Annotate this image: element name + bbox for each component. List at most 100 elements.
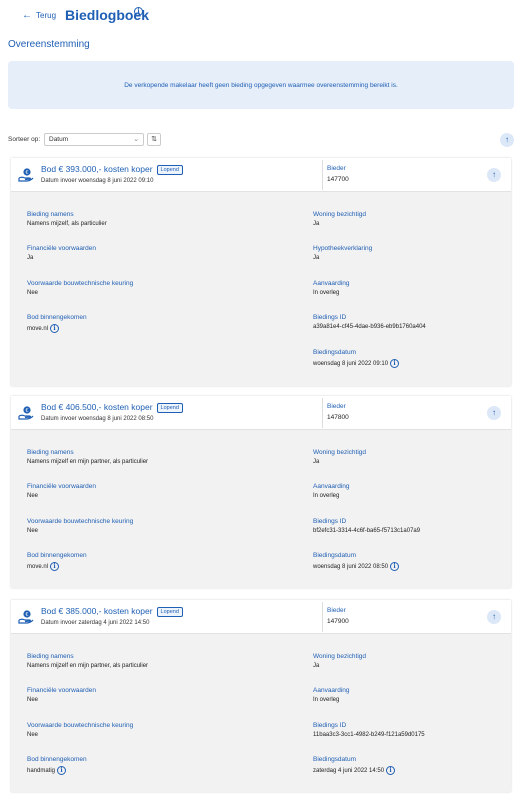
field-label: Biedingsdatum [313, 552, 356, 559]
field-value: Namens mijzelf, als particulier [27, 221, 107, 227]
divider [322, 398, 323, 428]
status-badge: Lopend [156, 403, 183, 413]
bieder-value: 147900 [327, 618, 349, 625]
field-value: Nee [27, 493, 39, 499]
svg-text:€: € [25, 170, 28, 176]
field-woning-bezichtigd: Woning bezichtigd Ja [313, 653, 366, 669]
page-header: ← Terug Biedlogboek i [0, 0, 522, 34]
info-icon[interactable]: i [50, 324, 60, 333]
field-label: Bod binnengekomen [27, 756, 87, 763]
field-woning-bezichtigd: Woning bezichtigd Ja [313, 449, 366, 465]
bid-card-header[interactable]: € Bod € 393.000,- kosten koper Lopend Dat… [11, 158, 511, 192]
field-biedings-id: Biedings ID bf2efc31-3314-4c6f-ba65-f571… [313, 518, 420, 534]
divider [322, 602, 323, 632]
field-bieding-namens: Bieding namens Namens mijzelf, als parti… [27, 211, 107, 227]
field-value: Nee [27, 290, 39, 296]
field-value: move.nl i [27, 324, 87, 333]
hand-euro-icon: € [18, 168, 34, 182]
bid-title: Bod € 406.500,- kosten koper Lopend [41, 402, 183, 413]
collapse-button[interactable]: ↑ [487, 168, 501, 182]
field-label: Bieding namens [27, 653, 74, 660]
field-biedingsdatum: Biedingsdatum woensdag 8 juni 2022 09:10… [313, 349, 400, 368]
field-financiele-voorwaarden: Financiële voorwaarden Ja [27, 245, 96, 261]
field-value: Ja [313, 663, 320, 669]
field-bouwtechnische-keuring: Voorwaarde bouwtechnische keuring Nee [27, 280, 133, 296]
field-value-text: move.nl [27, 326, 49, 333]
field-value: Nee [27, 697, 39, 703]
field-value: In overleg [313, 290, 340, 296]
bieder-label: Bieder [327, 607, 346, 614]
back-label: Terug [36, 11, 57, 20]
info-icon[interactable]: i [390, 359, 400, 368]
info-icon[interactable]: i [134, 7, 143, 16]
field-bod-binnengekomen: Bod binnengekomen handmatig i [27, 756, 87, 775]
field-value: a39a81e4-cf45-4dae-b936-eb9b1760a404 [313, 324, 426, 330]
field-bouwtechnische-keuring: Voorwaarde bouwtechnische keuring Nee [27, 518, 133, 534]
field-label: Aanvaarding [313, 687, 350, 694]
bid-title: Bod € 385.000,- kosten koper Lopend [41, 606, 183, 617]
collapse-button[interactable]: ↑ [487, 610, 501, 624]
arrow-up-icon: ↑ [492, 408, 496, 417]
hand-euro-icon: € [18, 610, 34, 624]
field-value: In overleg [313, 697, 340, 703]
status-badge: Lopend [156, 607, 183, 617]
field-biedings-id: Biedings ID 11baa3c3-3cc1-4982-b249-f121… [313, 722, 425, 738]
field-hypotheekverklaring: Hypotheekverklaring Ja [313, 245, 372, 261]
field-value-text: woensdag 8 juni 2022 08:50 [313, 564, 389, 571]
field-label: Voorwaarde bouwtechnische keuring [27, 518, 134, 525]
info-icon[interactable]: i [390, 562, 400, 571]
bid-card-header[interactable]: € Bod € 385.000,- kosten koper Lopend Dat… [11, 600, 511, 634]
field-value-text: woensdag 8 juni 2022 09:10 [313, 361, 389, 368]
field-value: zaterdag 4 juni 2022 14:50 i [313, 766, 396, 775]
field-bod-binnengekomen: Bod binnengekomen move.nl i [27, 314, 87, 333]
bid-amount: Bod € 393.000,- kosten koper [41, 164, 153, 174]
info-icon[interactable]: i [386, 766, 396, 775]
svg-text:€: € [25, 408, 28, 414]
field-label: Aanvaarding [313, 280, 350, 287]
bid-entry-date: Datum invoer woensdag 8 juni 2022 08:50 [41, 416, 154, 422]
sort-bar: Sorteer op: Datum ⌄ ⇅ ↑ [8, 133, 514, 147]
field-label: Biedingsdatum [313, 756, 356, 763]
field-label: Aanvaarding [313, 483, 350, 490]
field-biedings-id: Biedings ID a39a81e4-cf45-4dae-b936-eb9b… [313, 314, 426, 330]
field-value: woensdag 8 juni 2022 08:50 i [313, 562, 400, 571]
hand-euro-icon: € [18, 406, 34, 420]
field-label: Woning bezichtigd [313, 653, 366, 660]
bid-card: € Bod € 393.000,- kosten koper Lopend Dat… [11, 158, 511, 386]
field-label: Biedings ID [313, 314, 347, 321]
info-icon[interactable]: i [50, 562, 60, 571]
bid-card-header[interactable]: € Bod € 406.500,- kosten koper Lopend Dat… [11, 396, 511, 430]
field-label: Biedingsdatum [313, 349, 356, 356]
field-label: Bod binnengekomen [27, 314, 87, 321]
field-label: Voorwaarde bouwtechnische keuring [27, 722, 134, 729]
notice-banner: De verkopende makelaar heeft geen biedin… [8, 61, 514, 109]
arrow-left-icon: ← [22, 9, 32, 21]
divider [322, 160, 323, 190]
sort-select[interactable]: Datum ⌄ [44, 133, 144, 146]
field-aanvaarding: Aanvaarding In overleg [313, 483, 350, 499]
field-value-text: zaterdag 4 juni 2022 14:50 [313, 768, 385, 775]
bid-amount: Bod € 385.000,- kosten koper [41, 606, 153, 616]
field-value: bf2efc31-3314-4c6f-ba65-f5713c1a07a9 [313, 528, 421, 534]
notice-text: De verkopende makelaar heeft geen biedin… [124, 81, 398, 89]
field-aanvaarding: Aanvaarding In overleg [313, 280, 350, 296]
field-value: Ja [313, 459, 320, 465]
back-link[interactable]: ← Terug [22, 9, 57, 21]
arrow-up-icon: ↑ [492, 170, 496, 179]
field-label: Biedings ID [313, 722, 347, 729]
sort-label: Sorteer op: [8, 136, 41, 143]
field-bieding-namens: Bieding namens Namens mijzelf en mijn pa… [27, 653, 148, 669]
info-icon[interactable]: i [57, 766, 67, 775]
field-value: woensdag 8 juni 2022 09:10 i [313, 359, 400, 368]
field-value-text: move.nl [27, 564, 49, 571]
bid-card: € Bod € 385.000,- kosten koper Lopend Dat… [11, 600, 511, 792]
field-label: Financiële voorwaarden [27, 245, 97, 252]
field-value: Ja [313, 255, 320, 261]
sort-direction-button[interactable]: ⇅ [147, 133, 161, 146]
field-label: Voorwaarde bouwtechnische keuring [27, 280, 134, 287]
collapse-button[interactable]: ↑ [487, 406, 501, 420]
page-title: Biedlogboek i [65, 7, 149, 23]
status-badge: Lopend [156, 165, 183, 175]
field-value-text: handmatig [27, 768, 56, 775]
collapse-all-button[interactable]: ↑ [500, 133, 514, 147]
